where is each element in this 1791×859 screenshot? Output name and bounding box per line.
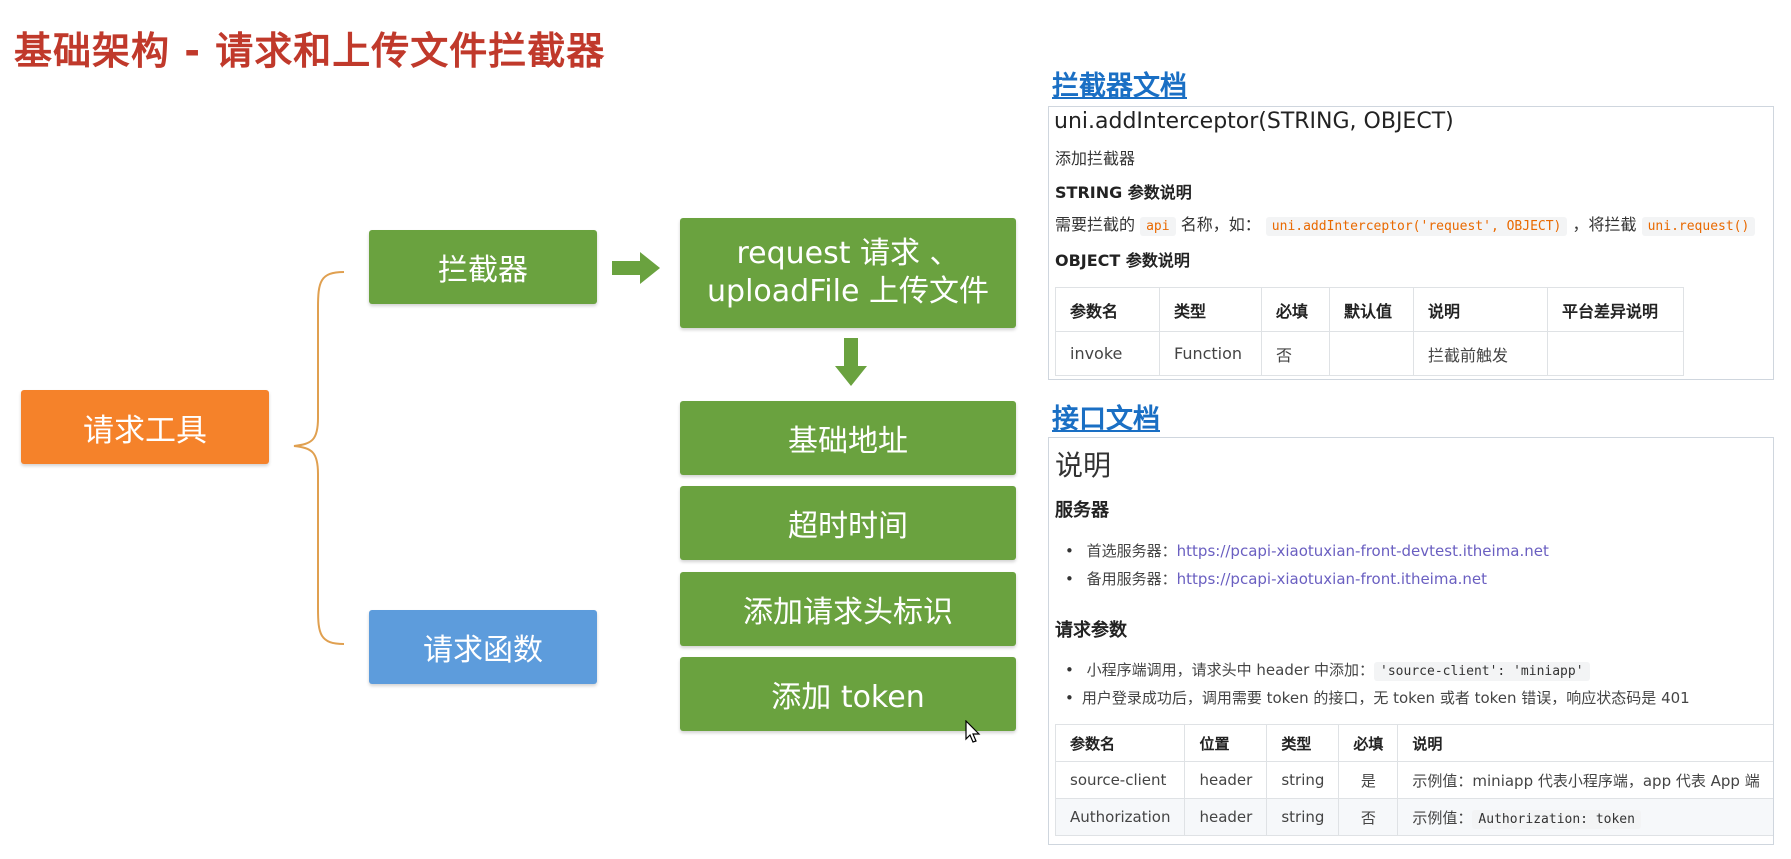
interceptor-node: 拦截器 [369,230,597,304]
table-header: 说明 [1397,724,1773,762]
table-header: 说明 [1413,287,1548,332]
table-cell: string [1266,798,1340,836]
auth-example-label: 示例值： [1412,808,1473,827]
request-function-node: 请求函数 [369,610,597,684]
table-cell [1547,331,1684,376]
backup-server-item: 备用服务器：https://pcapi-xiaotuxian-front.ith… [1065,568,1487,589]
request-line: request 请求 、 [736,236,960,271]
table-cell: 否 [1338,798,1399,836]
table-cell: header [1184,798,1268,836]
table-header: 默认值 [1329,287,1414,332]
table-header-row: 参数名 类型 必填 默认值 说明 平台差异说明 [1055,287,1684,332]
api-title: uni.addInterceptor(STRING, OBJECT) [1054,109,1454,134]
server-heading: 服务器 [1055,500,1109,521]
auth-example-code: Authorization: token [1472,809,1641,829]
note1-code: 'source-client': 'miniapp' [1374,662,1590,681]
primary-server-label: 首选服务器： [1086,542,1177,560]
table-cell: 示例值： Authorization: token [1397,798,1773,836]
api-doc-heading: 说明 [1055,449,1112,482]
string-param-heading: STRING 参数说明 [1055,183,1192,202]
table-header: 类型 [1159,287,1262,332]
header-flag-node: 添加请求头标识 [680,572,1016,646]
table-header: 参数名 [1054,724,1186,762]
interceptor-param-table: 参数名 类型 必填 默认值 说明 平台差异说明 invoke Function … [1055,287,1684,376]
api-doc-panel: 说明 服务器 首选服务器：https://pcapi-xiaotuxian-fr… [1048,437,1774,845]
upload-line: uploadFile 上传文件 [707,274,989,309]
backup-server-label: 备用服务器： [1086,570,1177,588]
table-cell [1329,331,1414,376]
object-param-heading: OBJECT 参数说明 [1055,251,1190,270]
table-header: 位置 [1184,724,1268,762]
code-api: api [1140,217,1176,236]
need-pre: 需要拦截的 [1055,215,1136,234]
api-desc: 添加拦截器 [1055,149,1136,168]
table-header: 类型 [1266,724,1340,762]
table-cell: Function [1159,331,1262,376]
table-header: 必填 [1261,287,1330,332]
need-mid: 名称，如： [1180,215,1261,234]
interceptor-doc-link[interactable]: 拦截器文档 [1052,64,1187,103]
note-item-2: 用户登录成功后，调用需要 token 的接口，无 token 或者 token … [1065,687,1690,708]
timeout-node: 超时时间 [680,486,1016,560]
note-item-1: 小程序端调用，请求头中 header 中添加：'source-client': … [1065,659,1590,681]
table-cell: 拦截前触发 [1413,331,1548,376]
table-cell: source-client [1054,761,1186,799]
api-param-table: 参数名 位置 类型 必填 说明 source-client header str… [1054,724,1773,836]
backup-server-url[interactable]: https://pcapi-xiaotuxian-front.itheima.n… [1177,570,1487,588]
primary-server-item: 首选服务器：https://pcapi-xiaotuxian-front-dev… [1065,540,1549,561]
table-cell: invoke [1055,331,1160,376]
table-row: Authorization header string 否 示例值： Author… [1054,798,1773,836]
arrow-down-icon [835,338,867,386]
brace-connector [293,271,345,645]
note1-text: 小程序端调用，请求头中 header 中添加： [1086,661,1375,679]
table-cell: 否 [1261,331,1330,376]
table-cell: 示例值：miniapp 代表小程序端，app 代表 App 端 [1397,761,1773,799]
code-request: uni.request() [1641,217,1756,236]
table-cell: header [1184,761,1268,799]
table-row: invoke Function 否 拦截前触发 [1055,331,1684,376]
interceptor-doc-panel: uni.addInterceptor(STRING, OBJECT) 添加拦截器… [1048,106,1774,380]
table-cell: string [1266,761,1340,799]
table-header: 参数名 [1055,287,1160,332]
table-header: 必填 [1338,724,1399,762]
request-upload-node: request 请求 、 uploadFile 上传文件 [680,218,1016,328]
base-url-node: 基础地址 [680,401,1016,475]
mouse-cursor-icon [965,720,981,743]
table-header-row: 参数名 位置 类型 必填 说明 [1054,724,1773,762]
need-mid2: ，将拦截 [1572,215,1637,234]
primary-server-url[interactable]: https://pcapi-xiaotuxian-front-devtest.i… [1177,542,1549,560]
string-param-desc: 需要拦截的 api 名称，如： uni.addInterceptor('requ… [1055,211,1756,236]
params-heading: 请求参数 [1055,620,1127,641]
slide-title: 基础架构 - 请求和上传文件拦截器 [14,29,606,73]
table-cell: Authorization [1054,798,1186,836]
table-header: 平台差异说明 [1547,287,1684,332]
code-example: uni.addInterceptor('request', OBJECT) [1265,217,1568,236]
arrow-right-icon [612,252,660,284]
table-cell: 是 [1338,761,1399,799]
request-tool-node: 请求工具 [21,390,269,464]
table-row: source-client header string 是 示例值：miniap… [1054,761,1773,799]
api-doc-link[interactable]: 接口文档 [1052,397,1160,436]
